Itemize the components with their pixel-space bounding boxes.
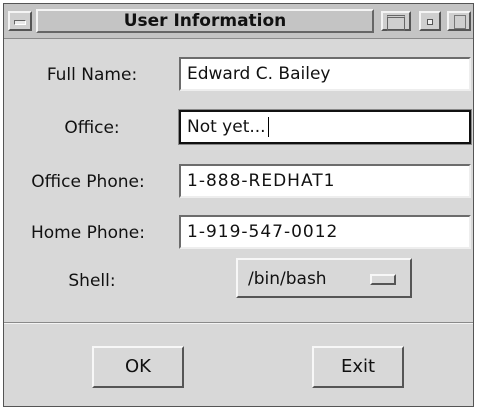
text-caret <box>267 117 269 137</box>
full-name-label: Full Name: <box>46 65 138 85</box>
maximize-icon[interactable] <box>381 11 411 31</box>
restore-icon[interactable] <box>447 11 471 31</box>
separator <box>4 322 473 324</box>
window-menu-icon[interactable] <box>8 11 32 31</box>
ok-button[interactable]: OK <box>92 346 184 388</box>
home-phone-value: 1-919-547-0012 <box>187 222 339 242</box>
shell-option-menu[interactable]: /bin/bash <box>236 258 412 298</box>
office-value: Not yet... <box>187 117 266 137</box>
office-field[interactable]: Not yet... <box>178 109 472 145</box>
option-menu-indicator-icon <box>370 274 396 285</box>
office-label: Office: <box>64 118 120 138</box>
full-name-field[interactable]: Edward C. Bailey <box>179 57 471 91</box>
title-bar[interactable]: User Information <box>4 4 473 39</box>
window-title: User Information <box>123 11 287 31</box>
shell-label: Shell: <box>68 271 116 291</box>
office-phone-value: 1-888-REDHAT1 <box>187 171 336 191</box>
office-phone-label: Office Phone: <box>31 172 145 192</box>
home-phone-label: Home Phone: <box>31 223 145 243</box>
minimize-icon[interactable] <box>419 11 441 31</box>
full-name-value: Edward C. Bailey <box>187 64 331 84</box>
home-phone-field[interactable]: 1-919-547-0012 <box>179 215 471 249</box>
user-information-window: User Information Full Name: Edward C. Ba… <box>3 3 474 407</box>
shell-value: /bin/bash <box>248 269 327 289</box>
office-phone-field[interactable]: 1-888-REDHAT1 <box>179 164 471 198</box>
exit-button[interactable]: Exit <box>312 346 404 388</box>
